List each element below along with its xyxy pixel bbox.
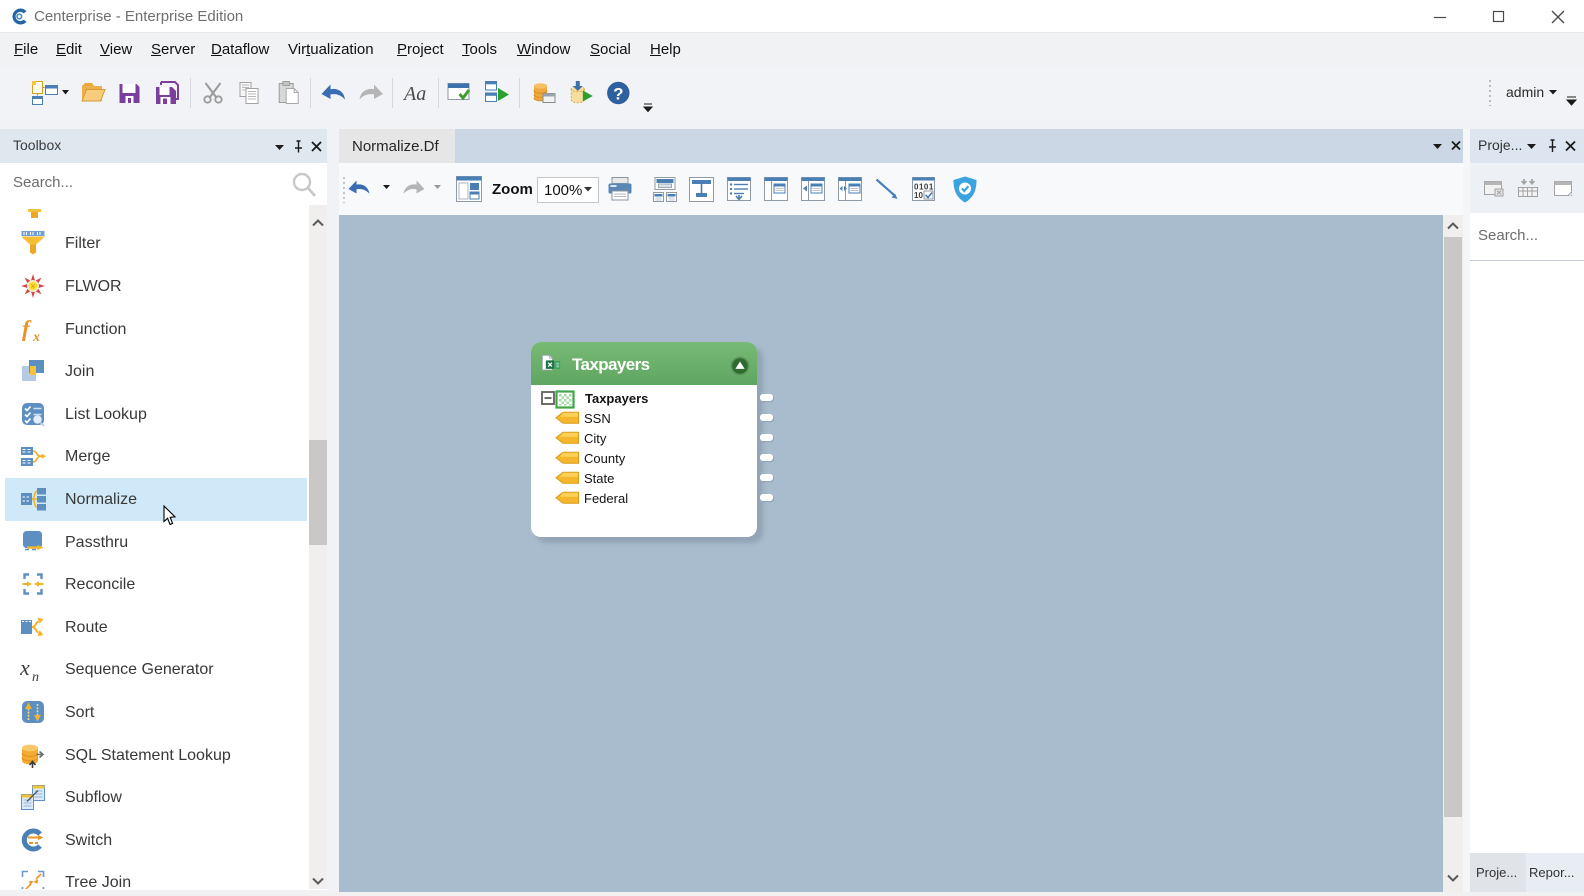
svg-text:10: 10 (914, 191, 923, 200)
svg-text:x: x (32, 330, 40, 342)
svg-text:x: x (20, 656, 30, 680)
svg-text:f: f (22, 316, 32, 341)
svg-text:100%: 100% (544, 182, 582, 199)
svg-text:n: n (32, 670, 39, 682)
svg-text:Zoom: Zoom (492, 181, 533, 198)
svg-text:?: ? (613, 85, 623, 104)
svg-text:Aa: Aa (402, 83, 426, 105)
